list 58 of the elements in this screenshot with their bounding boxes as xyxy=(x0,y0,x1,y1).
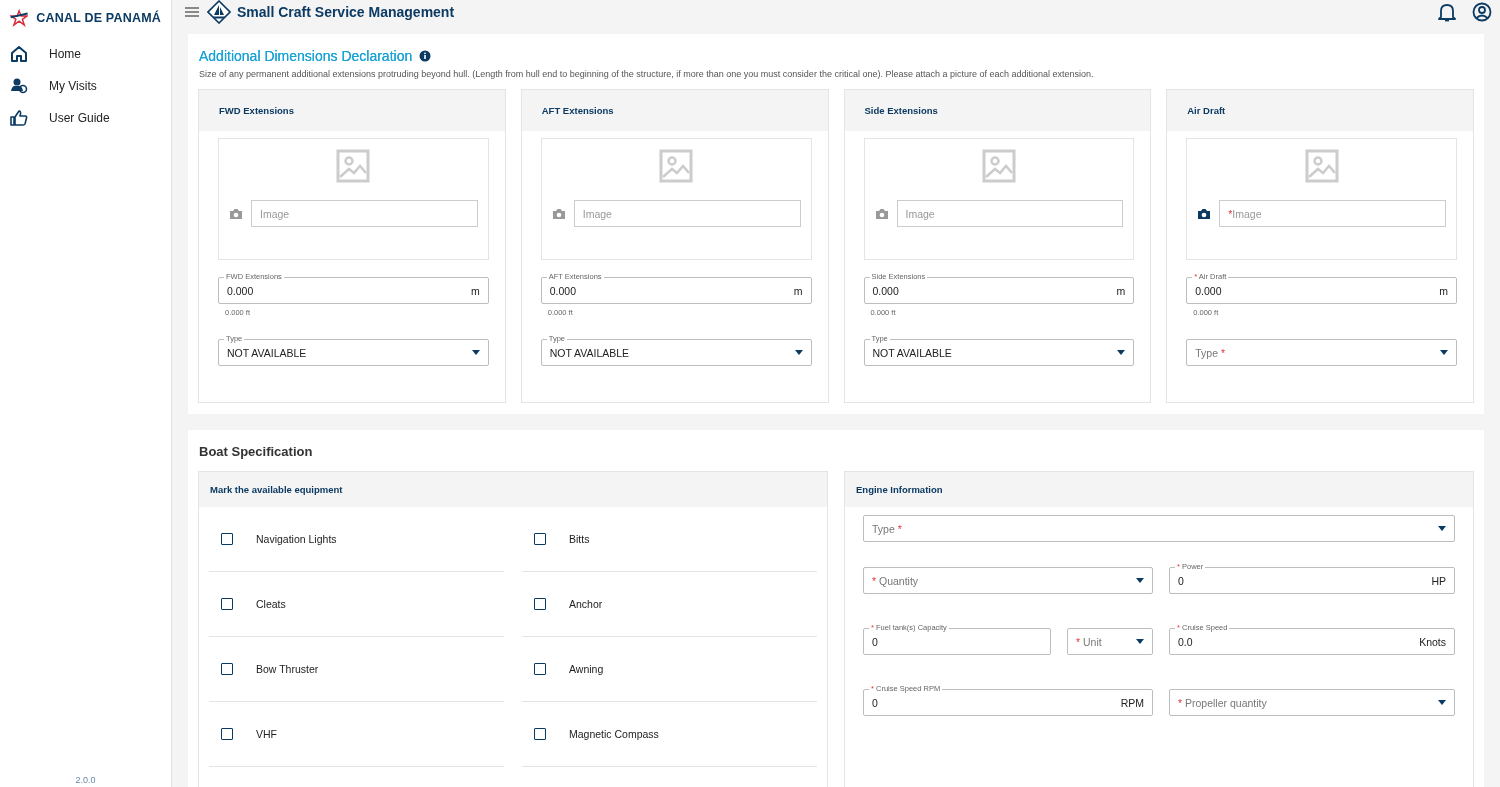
dropdown-caret-icon xyxy=(794,350,803,355)
nav-item[interactable]: User Guide xyxy=(0,102,171,134)
menu-icon[interactable] xyxy=(185,6,199,18)
checkbox[interactable] xyxy=(221,598,233,610)
select-field[interactable]: * Unit xyxy=(1067,628,1153,655)
type-dropdown[interactable]: Type * xyxy=(1186,339,1457,366)
checkbox[interactable] xyxy=(534,728,546,740)
image-placeholder-icon xyxy=(336,149,371,183)
dropdown-caret-icon xyxy=(1438,526,1446,531)
home-icon xyxy=(9,44,29,64)
account-icon[interactable] xyxy=(1472,2,1492,22)
checkbox-label: Navigation Lights xyxy=(256,533,337,545)
checkbox-label: Anchor xyxy=(569,598,603,610)
card-header: Side Extensions xyxy=(844,90,1151,131)
people-icon xyxy=(9,76,29,96)
select-field[interactable]: Type * xyxy=(863,515,1455,542)
checkbox-label: Cleats xyxy=(256,598,286,610)
bell-icon[interactable] xyxy=(1438,2,1456,22)
panel-header: Engine Information xyxy=(845,472,1473,507)
card-header: FWD Extensions xyxy=(199,90,505,131)
checkbox[interactable] xyxy=(221,728,233,740)
thumbs-up-icon xyxy=(9,108,29,128)
checkbox[interactable] xyxy=(221,663,233,675)
app-title: Small Craft Service Management xyxy=(237,4,455,20)
image-placeholder-icon xyxy=(981,149,1016,183)
sailboat-logo-icon xyxy=(207,0,231,24)
select-field[interactable]: * Quantity xyxy=(863,567,1153,594)
dropdown-caret-icon xyxy=(1136,578,1144,583)
section-title: Additional Dimensions Declaration xyxy=(199,48,413,64)
dropdown-caret-icon xyxy=(1440,350,1448,355)
checkbox-label: VHF xyxy=(256,728,277,740)
dropdown-caret-icon xyxy=(1438,700,1446,705)
info-icon xyxy=(419,50,432,62)
card-header: Air Draft xyxy=(1167,90,1473,131)
brand-name: CANAL DE PANAMÁ xyxy=(36,11,161,25)
checkbox[interactable] xyxy=(534,598,546,610)
panel-header: Mark the available equipment xyxy=(199,472,827,507)
checkbox[interactable] xyxy=(534,533,546,545)
image-placeholder-icon xyxy=(1304,149,1339,183)
select-field[interactable]: * Propeller quantity xyxy=(1169,689,1455,716)
description-text: Size of any permanent additional extensions protruding beyond hull. (Length from hull end to beginning of the structure, if more than one you must consider the critical one). Please attach a picture of each additional extension. xyxy=(199,69,1095,79)
checkbox-label: Awning xyxy=(569,663,604,675)
section-title: Boat Specification xyxy=(199,444,314,459)
camera-icon[interactable] xyxy=(1197,207,1212,220)
card-header: AFT Extensions xyxy=(521,90,828,131)
checkbox[interactable] xyxy=(221,533,233,545)
image-input-field[interactable]: *Image xyxy=(1219,200,1446,227)
nav-item[interactable]: My Visits xyxy=(0,70,171,102)
checkbox-label: Magnetic Compass xyxy=(569,728,659,740)
image-placeholder-icon xyxy=(659,149,694,183)
checkbox-label: Bow Thruster xyxy=(256,663,319,675)
dropdown-caret-icon xyxy=(471,350,480,355)
dropdown-caret-icon xyxy=(1136,639,1144,644)
nav-item[interactable]: Home xyxy=(0,38,171,70)
checkbox[interactable] xyxy=(534,663,546,675)
version-text: 2.0.0 xyxy=(74,775,97,785)
dropdown-caret-icon xyxy=(1117,350,1126,355)
checkbox-label: Bitts xyxy=(569,533,590,545)
